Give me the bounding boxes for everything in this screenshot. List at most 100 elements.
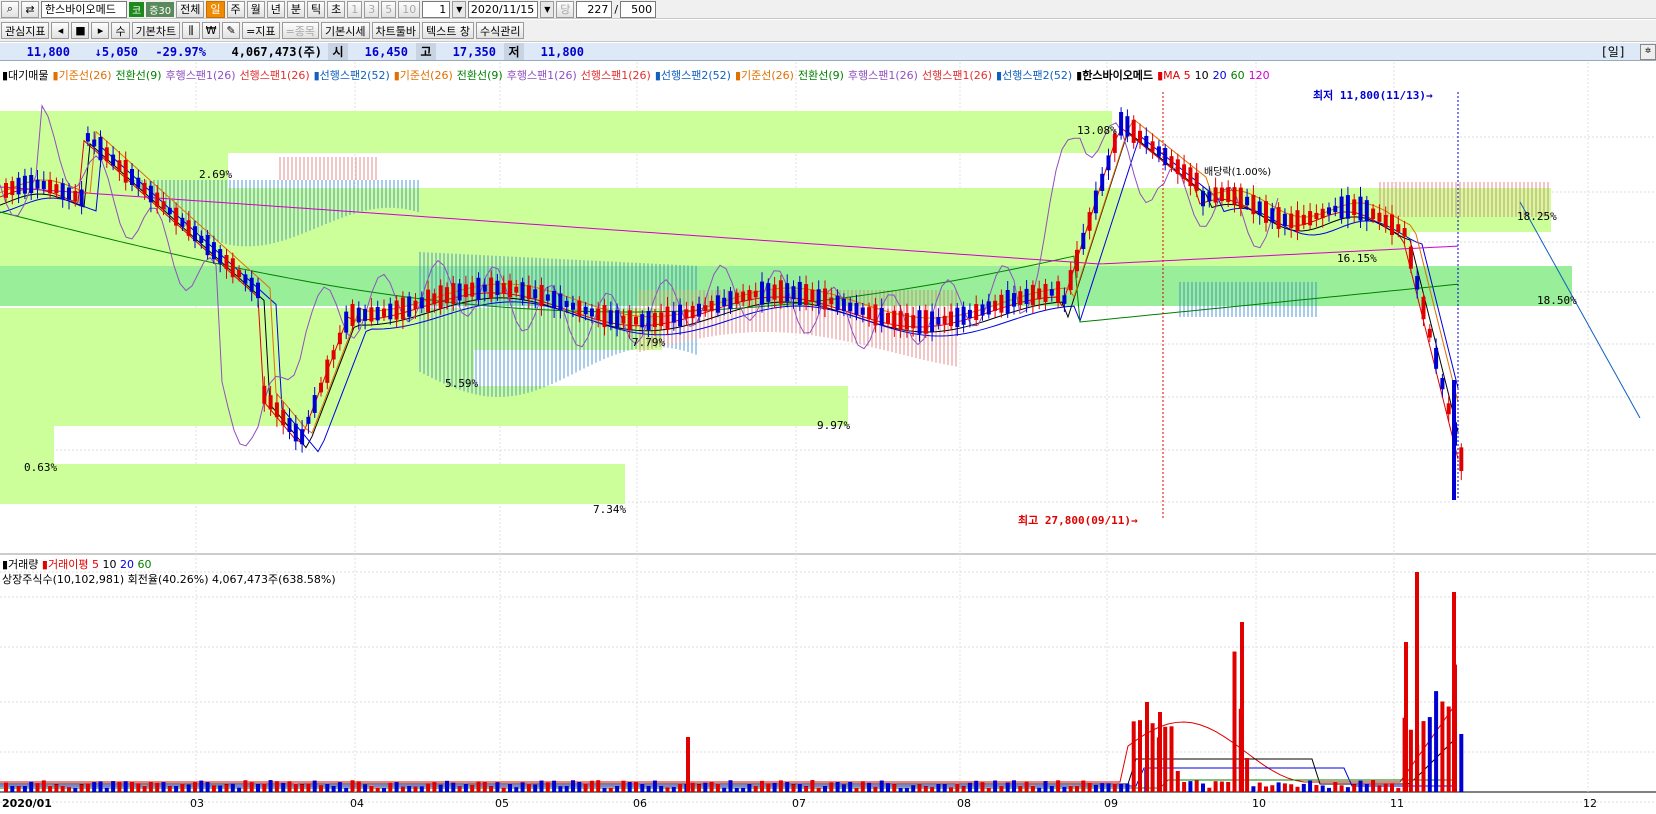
text-window-button[interactable]: 텍스트 창 (422, 22, 474, 39)
volume-bar (520, 782, 525, 792)
chart-type-icon[interactable]: ⫼ (182, 22, 201, 39)
candle-body (1408, 246, 1413, 269)
candle-body (312, 395, 317, 413)
candle-body (1345, 195, 1350, 219)
candle-body (1289, 213, 1294, 229)
basic-chart-button[interactable]: 기본차트 (131, 22, 181, 39)
candle-body (980, 304, 985, 316)
period-minute-button[interactable]: 분 (286, 0, 306, 18)
dang-button[interactable]: 당 (556, 0, 575, 18)
indicator-button[interactable]: =지표 (242, 22, 280, 39)
legend-item: 10 (1194, 69, 1209, 82)
legend-item: ▮선행스팬2(52) (996, 69, 1073, 82)
candle-body (470, 282, 475, 297)
formula-manage-button[interactable]: 수식관리 (475, 22, 525, 39)
volume-bar (331, 785, 336, 792)
volume-bar (930, 786, 935, 792)
stop-icon[interactable]: ■ (71, 22, 90, 39)
interest-indicator-button[interactable]: 관심지표 (1, 22, 50, 39)
candle-body (734, 292, 739, 304)
period-tick-button[interactable]: 틱 (307, 0, 326, 18)
volume-bar (589, 780, 594, 792)
interval-1-button[interactable]: 1 (347, 0, 363, 18)
period-year-button[interactable]: 년 (266, 0, 285, 18)
stock-item-button[interactable]: =종목 (281, 22, 320, 39)
candle-body (816, 289, 821, 306)
candle-body (823, 288, 827, 310)
candle-body (489, 277, 494, 299)
period-day-button[interactable]: 일 (206, 0, 225, 18)
candle-body (722, 297, 727, 307)
volume-bar (1087, 782, 1092, 792)
volume-bar (741, 787, 746, 792)
volume-legend-item: ▮거래이평 5 (41, 558, 99, 571)
volume-bar (287, 781, 292, 792)
overhang-pct-label: 5.59% (445, 377, 479, 390)
volume-bar (760, 780, 764, 792)
refresh-icon[interactable]: ⇄ (21, 0, 39, 18)
volume-bar (1264, 786, 1268, 792)
settings-icon[interactable]: ✲ (1640, 43, 1656, 60)
stock-name-field[interactable]: 한스바이오메드 (41, 0, 127, 18)
volume-bar (1396, 787, 1401, 792)
search-icon[interactable]: ⌕ (1, 0, 19, 18)
volume-bar (1415, 572, 1419, 792)
candle-body (1201, 190, 1205, 207)
basic-quote-button[interactable]: 기본시세 (321, 22, 370, 39)
candle-body (1396, 224, 1401, 232)
volume-bar (161, 782, 166, 792)
volume-ma5-line (0, 703, 1457, 783)
chart-toolbar-button[interactable]: 차트툴바 (371, 22, 420, 39)
volume-bar (419, 786, 424, 792)
volume-bar (1138, 720, 1142, 792)
volume-bar (382, 787, 386, 792)
candle-body (709, 300, 714, 312)
period-week-button[interactable]: 주 (226, 0, 245, 18)
interval-dropdown-icon[interactable]: ▼ (452, 0, 467, 18)
interval-input[interactable]: 1 (422, 0, 451, 18)
prev-arrow-icon[interactable]: ◂ (51, 22, 70, 39)
volume-bar (1100, 783, 1105, 792)
candle-body (703, 305, 708, 312)
volume-bar (1383, 783, 1388, 792)
candle-body (1150, 141, 1155, 152)
count-total-field[interactable]: 500 (620, 0, 657, 18)
volume-bar (1308, 780, 1313, 792)
candle-body (388, 303, 393, 320)
candle-body (1049, 289, 1054, 296)
volume-bar (804, 786, 809, 792)
count-input[interactable]: 227 (576, 0, 613, 18)
volume-bar (325, 783, 330, 792)
volume-bar (104, 787, 109, 792)
candle-body (797, 281, 802, 306)
candle-body (1100, 173, 1105, 191)
volume-bar (1056, 780, 1061, 792)
candle-body (1156, 146, 1161, 157)
su-button[interactable]: 수 (111, 22, 130, 39)
candle-body (375, 307, 380, 321)
candle-body (79, 189, 84, 207)
overhang-band (0, 111, 1112, 153)
legend-item: 후행스팬1(26) (506, 69, 577, 82)
candle-body (293, 423, 298, 442)
interval-10-button[interactable]: 10 (398, 0, 421, 18)
tool-icon[interactable]: ✎ (222, 22, 241, 39)
interval-5-button[interactable]: 5 (381, 0, 397, 18)
volume-bar (1390, 783, 1394, 792)
next-arrow-icon[interactable]: ▸ (91, 22, 110, 39)
period-all-button[interactable]: 전체 (176, 0, 205, 18)
candle-body (1459, 447, 1464, 472)
candle-body (1037, 288, 1042, 300)
candle-body (363, 308, 368, 321)
price-chart[interactable] (0, 62, 1656, 814)
period-second-button[interactable]: 초 (327, 0, 346, 18)
volume-bar (879, 780, 884, 792)
date-dropdown-icon[interactable]: ▼ (540, 0, 555, 18)
candle-body (1056, 281, 1061, 303)
date-input[interactable]: 2020/11/15 (468, 0, 539, 18)
interval-3-button[interactable]: 3 (364, 0, 380, 18)
period-month-button[interactable]: 월 (246, 0, 265, 18)
candle-body (224, 254, 229, 270)
won-button[interactable]: ₩ (202, 22, 221, 39)
volume-bar (293, 783, 298, 792)
